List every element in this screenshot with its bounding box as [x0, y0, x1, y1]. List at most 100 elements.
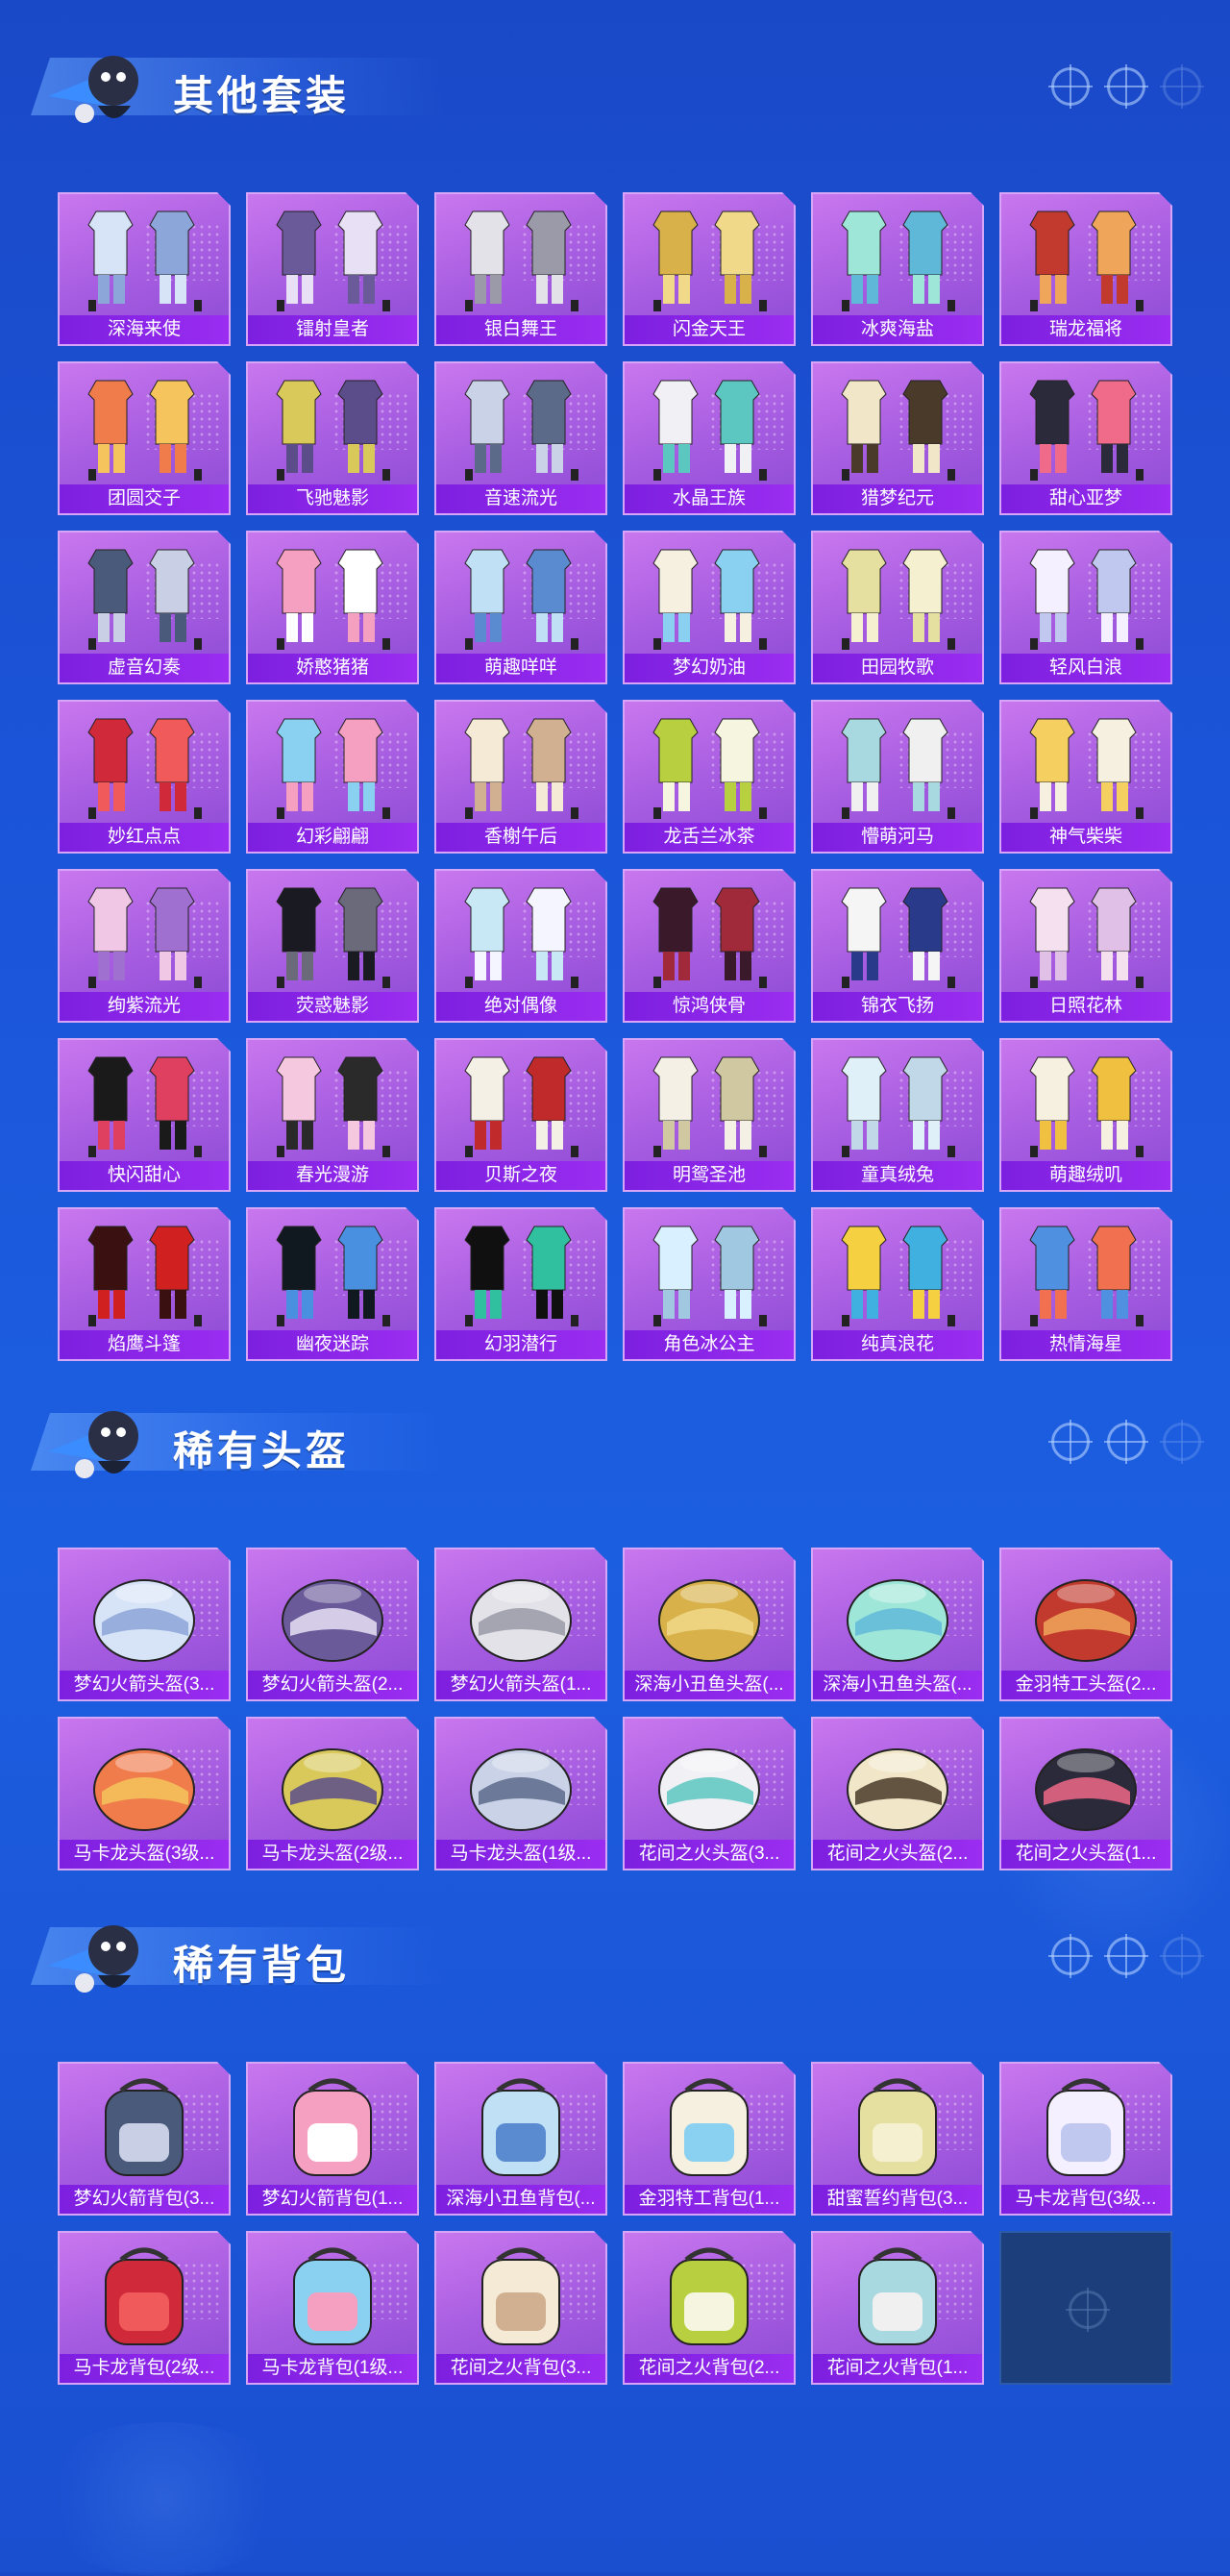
- outfit-card[interactable]: 闪金天王: [623, 192, 796, 346]
- outfit-card[interactable]: 娇憨猪猪: [246, 531, 419, 684]
- outfit-card[interactable]: 龙舌兰冰茶: [623, 700, 796, 854]
- helmet-card[interactable]: 梦幻火箭头盔(3...: [58, 1548, 231, 1701]
- outfit-card[interactable]: 焰鹰斗篷: [58, 1207, 231, 1361]
- outfit-card[interactable]: 惊鸿侠骨: [623, 869, 796, 1023]
- outfit-image: [813, 877, 982, 990]
- section-outfit: 其他套装 深海来使 镭射皇者 银白舞王 闪金天王 冰爽海盐 瑞龙福将 团圆交子 飞驰魅影 音速流光…: [0, 10, 1230, 154]
- outfit-image: [625, 200, 794, 313]
- outfit-card[interactable]: 纯真浪花: [811, 1207, 984, 1361]
- outfit-card[interactable]: 猎梦纪元: [811, 361, 984, 515]
- outfit-card[interactable]: 虚音幻奏: [58, 531, 231, 684]
- helmet-card[interactable]: 深海小丑鱼头盔(...: [811, 1548, 984, 1701]
- helmet-card[interactable]: 马卡龙头盔(3级...: [58, 1717, 231, 1870]
- outfit-card[interactable]: 童真绒兔: [811, 1038, 984, 1192]
- backpack-card[interactable]: 花间之火背包(3...: [434, 2231, 607, 2385]
- outfit-card[interactable]: 锦衣飞扬: [811, 869, 984, 1023]
- item-name: 纯真浪花: [813, 1330, 982, 1359]
- item-name: 花间之火背包(1...: [813, 2354, 982, 2383]
- outfit-card[interactable]: 银白舞王: [434, 192, 607, 346]
- helmet-image: [1001, 1555, 1170, 1669]
- outfit-card[interactable]: 角色冰公主: [623, 1207, 796, 1361]
- outfit-card[interactable]: 绚紫流光: [58, 869, 231, 1023]
- outfit-card[interactable]: 梦幻奶油: [623, 531, 796, 684]
- outfit-card[interactable]: 荧惑魅影: [246, 869, 419, 1023]
- helmet-card[interactable]: 花间之火头盔(1...: [999, 1717, 1172, 1870]
- helmet-card[interactable]: 花间之火头盔(2...: [811, 1717, 984, 1870]
- item-name: 深海来使: [60, 315, 229, 344]
- backpack-card[interactable]: 马卡龙背包(1级...: [246, 2231, 419, 2385]
- outfit-image: [436, 1215, 605, 1328]
- item-name: 龙舌兰冰茶: [625, 823, 794, 852]
- helmet-image: [436, 1555, 605, 1669]
- backpack-card[interactable]: 梦幻火箭背包(3...: [58, 2062, 231, 2216]
- outfit-image: [436, 369, 605, 483]
- outfit-card[interactable]: 深海来使: [58, 192, 231, 346]
- outfit-card[interactable]: 萌趣咩咩: [434, 531, 607, 684]
- helmet-card[interactable]: 马卡龙头盔(2级...: [246, 1717, 419, 1870]
- outfit-card[interactable]: 日照花林: [999, 869, 1172, 1023]
- item-name: 马卡龙头盔(1级...: [436, 1840, 605, 1869]
- item-name: 热情海星: [1001, 1330, 1170, 1359]
- outfit-card[interactable]: 快闪甜心: [58, 1038, 231, 1192]
- outfit-card[interactable]: 懵萌河马: [811, 700, 984, 854]
- helmet-card[interactable]: 花间之火头盔(3...: [623, 1717, 796, 1870]
- outfit-card[interactable]: 幽夜迷踪: [246, 1207, 419, 1361]
- outfit-card[interactable]: 萌趣绒叽: [999, 1038, 1172, 1192]
- backpack-card[interactable]: 马卡龙背包(2级...: [58, 2231, 231, 2385]
- backpack-card[interactable]: 深海小丑鱼背包(...: [434, 2062, 607, 2216]
- outfit-image: [1001, 200, 1170, 313]
- item-name: 香榭午后: [436, 823, 605, 852]
- outfit-card[interactable]: 贝斯之夜: [434, 1038, 607, 1192]
- outfit-card[interactable]: 春光漫游: [246, 1038, 419, 1192]
- item-name: 萌趣绒叽: [1001, 1161, 1170, 1190]
- outfit-card[interactable]: 幻羽潜行: [434, 1207, 607, 1361]
- helmet-card[interactable]: 金羽特工头盔(2...: [999, 1548, 1172, 1701]
- backpack-card[interactable]: 梦幻火箭背包(1...: [246, 2062, 419, 2216]
- outfit-image: [248, 538, 417, 652]
- outfit-card[interactable]: 轻风白浪: [999, 531, 1172, 684]
- backpack-card[interactable]: 花间之火背包(1...: [811, 2231, 984, 2385]
- helmet-card[interactable]: 深海小丑鱼头盔(...: [623, 1548, 796, 1701]
- outfit-image: [625, 1215, 794, 1328]
- outfit-card[interactable]: 妙红点点: [58, 700, 231, 854]
- helmet-image: [625, 1555, 794, 1669]
- outfit-card[interactable]: 水晶王族: [623, 361, 796, 515]
- outfit-image: [813, 369, 982, 483]
- outfit-image: [1001, 538, 1170, 652]
- outfit-card[interactable]: 甜心亚梦: [999, 361, 1172, 515]
- helmet-card[interactable]: 梦幻火箭头盔(2...: [246, 1548, 419, 1701]
- outfit-card[interactable]: 绝对偶像: [434, 869, 607, 1023]
- outfit-image: [248, 369, 417, 483]
- outfit-card[interactable]: 田园牧歌: [811, 531, 984, 684]
- outfit-card[interactable]: 瑞龙福将: [999, 192, 1172, 346]
- outfit-image: [1001, 707, 1170, 821]
- outfit-image: [436, 1046, 605, 1159]
- backpack-card[interactable]: 马卡龙背包(3级...: [999, 2062, 1172, 2216]
- outfit-card[interactable]: 神气柴柴: [999, 700, 1172, 854]
- outfit-image: [1001, 1215, 1170, 1328]
- outfit-card[interactable]: 香榭午后: [434, 700, 607, 854]
- outfit-card[interactable]: 镭射皇者: [246, 192, 419, 346]
- outfit-card[interactable]: 明鸳圣池: [623, 1038, 796, 1192]
- backpack-card[interactable]: 花间之火背包(2...: [623, 2231, 796, 2385]
- helmet-image: [813, 1555, 982, 1669]
- outfit-card[interactable]: 音速流光: [434, 361, 607, 515]
- outfit-card[interactable]: 冰爽海盐: [811, 192, 984, 346]
- outfit-card[interactable]: 幻彩翩翩: [246, 700, 419, 854]
- backpack-image: [248, 2239, 417, 2352]
- section-title: 稀有头盔: [173, 1428, 351, 1474]
- backpack-card[interactable]: 甜蜜誓约背包(3...: [811, 2062, 984, 2216]
- outfit-card[interactable]: 热情海星: [999, 1207, 1172, 1361]
- helmet-card[interactable]: 马卡龙头盔(1级...: [434, 1717, 607, 1870]
- section-header: 稀有背包: [0, 1879, 1230, 2023]
- backpack-image: [248, 2069, 417, 2183]
- crosshair-icon: [1048, 1420, 1093, 1464]
- outfit-card[interactable]: 飞驰魅影: [246, 361, 419, 515]
- outfit-image: [248, 877, 417, 990]
- backpack-card[interactable]: 金羽特工背包(1...: [623, 2062, 796, 2216]
- helmet-card[interactable]: 梦幻火箭头盔(1...: [434, 1548, 607, 1701]
- outfit-image: [813, 200, 982, 313]
- item-name: 音速流光: [436, 484, 605, 513]
- item-name: 花间之火背包(2...: [625, 2354, 794, 2383]
- outfit-card[interactable]: 团圆交子: [58, 361, 231, 515]
